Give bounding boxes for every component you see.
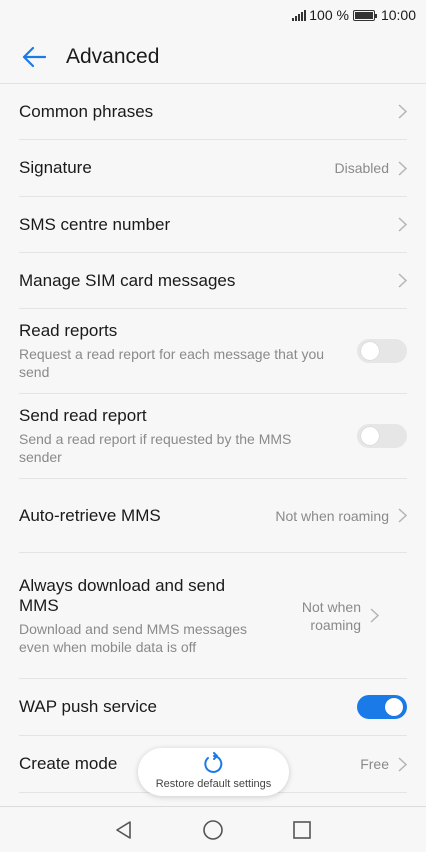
setting-send-read-report: Send read report Send a read report if r… — [19, 394, 407, 479]
setting-title: Read reports — [19, 321, 118, 340]
arrow-left-icon — [22, 46, 46, 67]
setting-common-phrases[interactable]: Common phrases — [19, 84, 407, 140]
battery-icon — [352, 9, 377, 21]
toggle-knob — [361, 342, 379, 360]
wap-push-toggle[interactable] — [357, 695, 407, 719]
chevron-right-icon — [397, 756, 407, 772]
setting-signature[interactable]: Signature Disabled — [19, 140, 407, 197]
send-read-report-toggle[interactable] — [357, 424, 407, 448]
setting-subtitle: Request a read report for each message t… — [19, 346, 325, 380]
setting-title: Common phrases — [19, 101, 154, 121]
chevron-right-icon — [397, 104, 407, 120]
setting-value: Free — [360, 756, 389, 772]
page-title: Advanced — [66, 44, 160, 68]
nav-back-button[interactable] — [104, 810, 144, 850]
toggle-knob — [385, 698, 403, 716]
setting-wap-push-service: WAP push service — [19, 679, 407, 736]
setting-value: Disabled — [334, 160, 389, 176]
chevron-right-icon — [397, 273, 407, 289]
back-triangle-icon — [116, 820, 132, 839]
setting-title: Auto-retrieve MMS — [19, 505, 161, 525]
refresh-icon — [203, 752, 222, 773]
setting-title: WAP push service — [19, 697, 157, 716]
read-reports-toggle[interactable] — [357, 339, 407, 363]
clock: 10:00 — [380, 7, 416, 23]
chevron-right-icon — [397, 508, 407, 524]
nav-home-button[interactable] — [193, 810, 233, 850]
chevron-right-icon — [397, 217, 407, 233]
setting-value: Not when roaming — [301, 598, 361, 633]
nav-recents-button[interactable] — [282, 810, 322, 850]
chevron-right-icon — [369, 608, 379, 624]
navigation-bar — [0, 806, 426, 852]
home-circle-icon — [203, 819, 223, 840]
chevron-right-icon — [397, 160, 407, 176]
battery-percent: 100 % — [309, 7, 349, 23]
restore-defaults-button[interactable]: Restore default settings — [138, 748, 289, 796]
setting-title: Signature — [19, 158, 92, 177]
toggle-knob — [361, 427, 379, 445]
setting-title: SMS centre number — [19, 214, 171, 234]
settings-list: Common phrases Signature Disabled SMS ce… — [0, 84, 426, 793]
status-bar: 100 % 10:00 — [0, 0, 426, 30]
setting-subtitle: Send a read report if requested by the M… — [19, 431, 292, 465]
setting-sms-centre-number[interactable]: SMS centre number — [19, 197, 407, 253]
recents-square-icon — [292, 820, 311, 839]
setting-title: Manage SIM card messages — [19, 270, 236, 290]
setting-value: Not when roaming — [275, 507, 389, 524]
signal-icon — [292, 9, 307, 21]
app-bar: Advanced — [0, 30, 426, 84]
setting-title: Always download and send MMS — [19, 575, 226, 615]
restore-defaults-label: Restore default settings — [155, 778, 272, 790]
setting-title: Send read report — [19, 406, 147, 425]
setting-manage-sim-messages[interactable]: Manage SIM card messages — [19, 253, 407, 309]
back-button[interactable] — [12, 35, 56, 79]
setting-auto-retrieve-mms[interactable]: Auto-retrieve MMS Not when roaming — [19, 479, 407, 553]
setting-read-reports: Read reports Request a read report for e… — [19, 309, 407, 394]
setting-always-download-mms[interactable]: Always download and send MMS Download an… — [19, 553, 407, 679]
setting-subtitle: Download and send MMS messages even when… — [19, 620, 248, 655]
